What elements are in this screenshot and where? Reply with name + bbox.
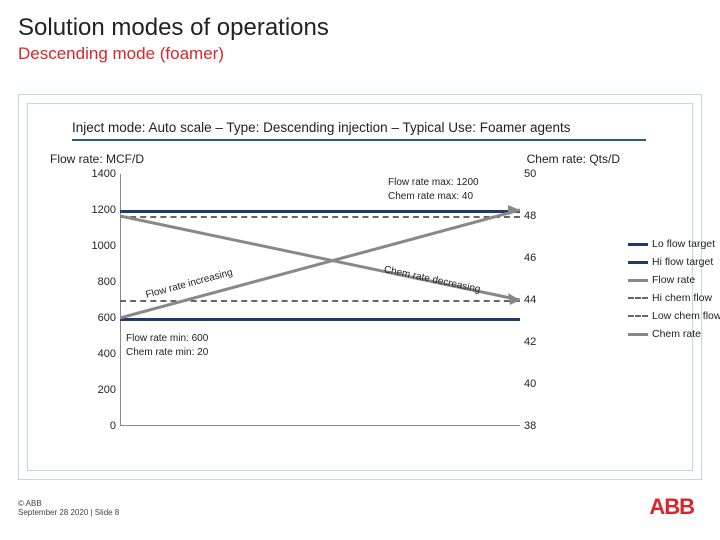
tick: 46 xyxy=(524,252,536,264)
swatch-icon xyxy=(628,261,648,264)
tick: 48 xyxy=(524,210,536,222)
swatch-icon xyxy=(628,315,648,317)
swatch-icon xyxy=(628,243,648,246)
tick: 40 xyxy=(524,378,536,390)
legend-item: Hi flow target xyxy=(628,256,720,268)
flow-max-note: Flow rate max: 1200 Chem rate max: 40 xyxy=(388,176,479,203)
arrow-head-icon xyxy=(508,205,520,215)
tick: 42 xyxy=(524,336,536,348)
caption: Inject mode: Auto scale – Type: Descendi… xyxy=(72,120,571,135)
arrow-head-icon xyxy=(508,293,520,305)
chart-inner: Inject mode: Auto scale – Type: Descendi… xyxy=(27,103,693,471)
footer: © ABB September 28 2020 | Slide 8 xyxy=(18,499,119,518)
tick: 38 xyxy=(524,420,536,432)
legend-item: Lo flow target xyxy=(628,238,720,250)
legend-item: Flow rate xyxy=(628,274,720,286)
swatch-icon xyxy=(628,297,648,299)
legend-item: Low chem flow xyxy=(628,310,720,322)
abb-logo: ABB xyxy=(649,494,694,520)
chart-frame: Inject mode: Auto scale – Type: Descendi… xyxy=(18,94,702,480)
flow-rate-line xyxy=(120,210,520,318)
tick: 50 xyxy=(524,168,536,180)
caption-rule xyxy=(72,139,646,141)
flow-min-note: Flow rate min: 600 Chem rate min: 20 xyxy=(126,332,208,359)
tick: 1000 xyxy=(92,240,116,252)
tick: 1200 xyxy=(92,204,116,216)
right-axis-title: Chem rate: Qts/D xyxy=(527,152,620,166)
page-subtitle: Descending mode (foamer) xyxy=(18,44,702,64)
left-axis-title: Flow rate: MCF/D xyxy=(50,152,144,166)
tick: 44 xyxy=(524,294,536,306)
legend-item: Hi chem flow xyxy=(628,292,720,304)
left-axis-ticks: 1400 1200 1000 800 600 400 200 0 xyxy=(80,174,116,426)
right-axis-ticks: 50 48 46 44 42 40 38 xyxy=(524,174,554,426)
legend: Lo flow target Hi flow target Flow rate … xyxy=(628,238,720,346)
diagonal-lines xyxy=(120,174,520,426)
swatch-icon xyxy=(628,333,648,336)
tick: 200 xyxy=(98,384,116,396)
page-title: Solution modes of operations xyxy=(18,14,702,42)
tick: 400 xyxy=(98,348,116,360)
chart-area: Flow rate: MCF/D Chem rate: Qts/D 1400 1… xyxy=(50,152,620,462)
legend-item: Chem rate xyxy=(628,328,720,340)
tick: 800 xyxy=(98,276,116,288)
tick: 1400 xyxy=(92,168,116,180)
plot: Flow rate max: 1200 Chem rate max: 40 Fl… xyxy=(120,174,520,426)
tick: 0 xyxy=(110,420,116,432)
tick: 600 xyxy=(98,312,116,324)
swatch-icon xyxy=(628,279,648,282)
